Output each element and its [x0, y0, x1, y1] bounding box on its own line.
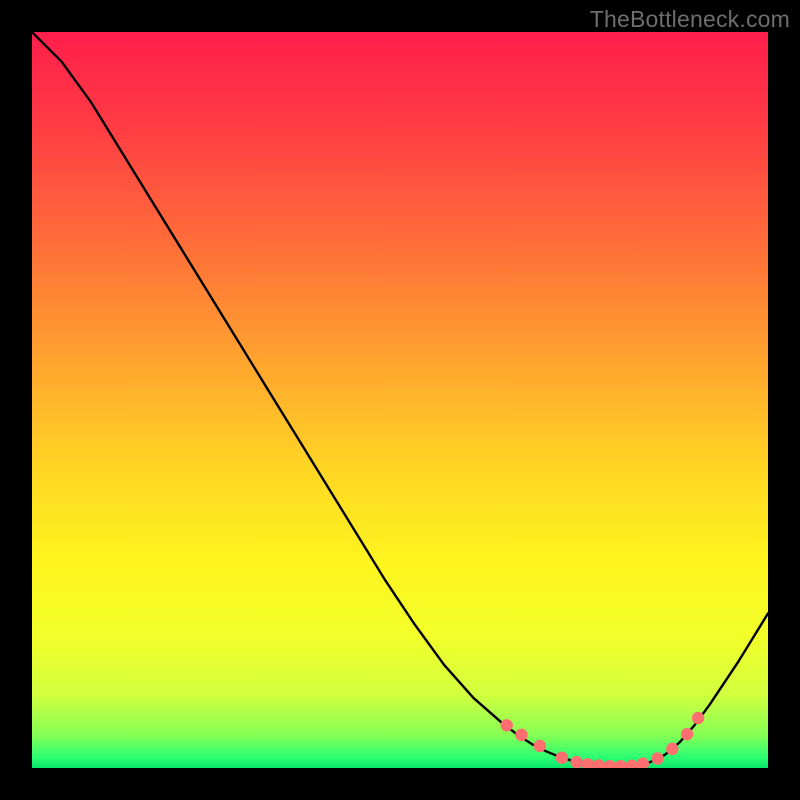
- marker-dot: [534, 740, 546, 752]
- marker-dot: [515, 729, 527, 741]
- watermark-text: TheBottleneck.com: [590, 6, 790, 33]
- marker-dot: [651, 752, 663, 764]
- marker-dot: [501, 719, 513, 731]
- marker-dot: [556, 752, 568, 764]
- chart-frame: TheBottleneck.com: [0, 0, 800, 800]
- gradient-background: [32, 32, 768, 768]
- marker-dot: [681, 728, 693, 740]
- marker-dot: [666, 743, 678, 755]
- chart-svg: [32, 32, 768, 768]
- marker-dot: [692, 712, 704, 724]
- marker-dot: [570, 756, 582, 768]
- plot-area: [32, 32, 768, 768]
